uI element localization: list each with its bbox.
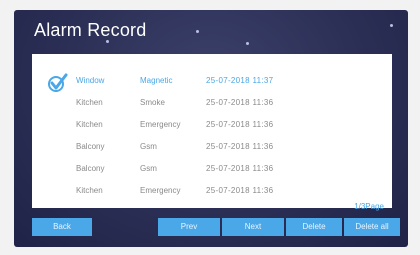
record-location: Kitchen (76, 120, 103, 129)
record-type: Gsm (140, 164, 157, 173)
record-location: Kitchen (76, 98, 103, 107)
record-time: 25-07-2018 11:36 (206, 186, 274, 195)
alarm-record-list: Window Magnetic 25-07-2018 11:37 Kitchen… (32, 54, 392, 211)
record-type: Emergency (140, 120, 181, 129)
sparkle-decoration (246, 42, 249, 45)
record-time: 25-07-2018 11:36 (206, 98, 274, 107)
delete-button[interactable]: Delete (286, 218, 342, 236)
record-location: Balcony (76, 142, 105, 151)
record-time: 25-07-2018 11:36 (206, 142, 274, 151)
alarm-record-screen: Alarm Record Window Magnetic 25-07-2018 … (14, 10, 408, 247)
record-location: Window (76, 76, 105, 85)
record-time: 25-07-2018 11:36 (206, 164, 274, 173)
record-type: Gsm (140, 142, 157, 151)
page-title: Alarm Record (34, 20, 147, 40)
sparkle-decoration (390, 24, 393, 27)
record-location: Balcony (76, 164, 105, 173)
back-button[interactable]: Back (32, 218, 92, 236)
next-button[interactable]: Next (222, 218, 284, 236)
record-type: Emergency (140, 186, 181, 195)
prev-button[interactable]: Prev (158, 218, 220, 236)
page-indicator: 1/3Page (354, 202, 384, 211)
record-time: 25-07-2018 11:37 (206, 76, 274, 85)
sparkle-decoration (196, 30, 199, 33)
record-type: Smoke (140, 98, 165, 107)
record-location: Kitchen (76, 186, 103, 195)
delete-all-button[interactable]: Delete all (344, 218, 400, 236)
checkmark-icon (48, 73, 68, 92)
record-time: 25-07-2018 11:36 (206, 120, 274, 129)
record-type: Magnetic (140, 76, 173, 85)
